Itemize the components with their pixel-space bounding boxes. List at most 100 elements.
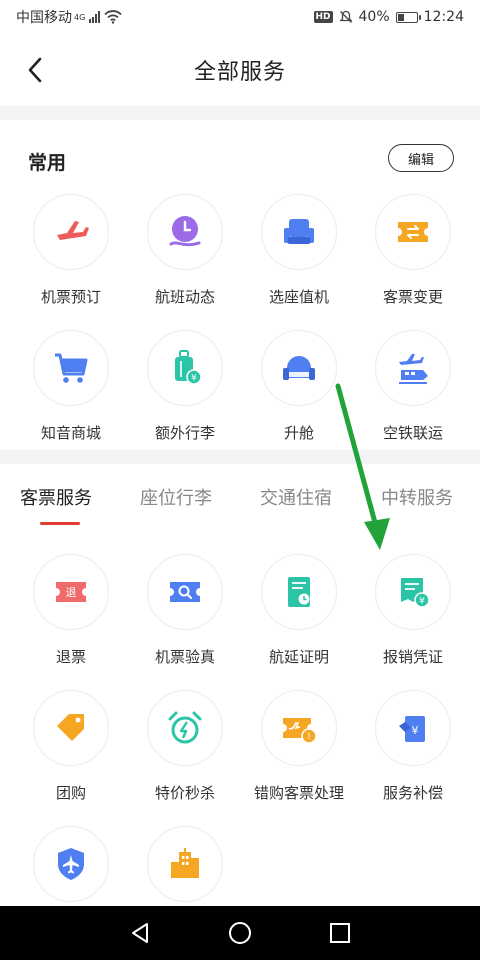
ticket-verify-icon: [170, 582, 200, 602]
service-label: 空铁联运: [382, 424, 443, 442]
service-reimbursement[interactable]: ¥ 报销凭证: [356, 554, 470, 690]
tab-seat-baggage[interactable]: 座位行李: [140, 484, 212, 510]
service-seat-checkin[interactable]: 选座值机: [242, 194, 356, 330]
delay-certificate-icon: [288, 577, 310, 607]
common-grid: 机票预订 航班动态 选座值机 客票变更 知音商城 ¥ 额外行李 升舱 空铁联运: [0, 194, 480, 466]
icon-circle: [33, 690, 109, 766]
service-ticket-change[interactable]: 客票变更: [356, 194, 470, 330]
plane-train-icon: [399, 354, 428, 384]
mute-bell-icon: [338, 10, 353, 23]
airplane-icon: [57, 221, 89, 240]
receipt-icon: ¥: [401, 578, 430, 608]
service-flight-status[interactable]: 航班动态: [128, 194, 242, 330]
service-flight-booking[interactable]: 机票预订: [14, 194, 128, 330]
battery-icon: [395, 11, 421, 23]
service-label: 退票: [55, 648, 86, 666]
active-tab-indicator: [40, 522, 80, 525]
service-label: 错购客票处理: [253, 784, 344, 802]
icon-circle: 退: [33, 554, 109, 630]
service-refund[interactable]: 退 退票: [14, 554, 128, 690]
service-insurance[interactable]: [14, 826, 128, 906]
tag-icon: [57, 714, 84, 741]
icon-circle: [261, 330, 337, 406]
service-air-rail[interactable]: 空铁联运: [356, 330, 470, 466]
service-wrong-ticket[interactable]: ! 错购客票处理: [242, 690, 356, 826]
service-label: 客票变更: [382, 288, 443, 306]
back-triangle-icon[interactable]: [128, 921, 152, 945]
chevron-left-icon: [28, 57, 42, 83]
icon-circle: [261, 194, 337, 270]
ticket-exchange-icon: [398, 222, 428, 242]
home-circle-icon[interactable]: [228, 921, 252, 945]
services-section: 客票服务 座位行李 交通住宿 中转服务 退 退票 机票验真 航延证明 ¥ 报销凭…: [0, 464, 480, 906]
service-delay-certificate[interactable]: 航延证明: [242, 554, 356, 690]
service-city-hotel[interactable]: [128, 826, 242, 906]
service-flash-sale[interactable]: 特价秒杀: [128, 690, 242, 826]
service-label: 航班动态: [154, 288, 215, 306]
icon-circle: [33, 330, 109, 406]
service-label: 机票预订: [40, 288, 101, 306]
service-label: 额外行李: [154, 424, 215, 442]
services-grid: 退 退票 机票验真 航延证明 ¥ 报销凭证 团购 特价秒杀 ! 错购客票处理 ¥…: [0, 554, 480, 906]
page-header: 全部服务: [0, 34, 480, 106]
battery-percent: 40%: [358, 9, 390, 25]
icon-circle: [375, 194, 451, 270]
seat-icon: [284, 219, 314, 244]
status-left: 中国移动 4G: [16, 7, 122, 27]
service-label: 知音商城: [40, 424, 101, 442]
icon-circle: [147, 826, 223, 902]
tab-transport-hotel[interactable]: 交通住宿: [260, 484, 332, 510]
icon-circle: [147, 194, 223, 270]
shield-plane-icon: [58, 848, 84, 880]
service-upgrade[interactable]: 升舱: [242, 330, 356, 466]
svg-text:¥: ¥: [412, 724, 419, 737]
recent-apps-icon[interactable]: [328, 921, 352, 945]
tab-transfer-services[interactable]: 中转服务: [381, 484, 453, 510]
section-title: 常用: [28, 152, 67, 174]
service-label: 服务补偿: [382, 784, 443, 802]
ticket-error-icon: !: [283, 718, 317, 744]
icon-circle: [33, 194, 109, 270]
common-section: 常用 编辑 机票预订 航班动态 选座值机 客票变更 知音商城 ¥ 额外行李 升舱…: [0, 120, 480, 450]
service-extra-baggage[interactable]: ¥ 额外行李: [128, 330, 242, 466]
service-label: 特价秒杀: [154, 784, 215, 802]
edit-button[interactable]: 编辑: [388, 144, 454, 172]
service-label: 机票验真: [154, 648, 215, 666]
shopping-cart-icon: [55, 353, 88, 383]
icon-circle: [375, 330, 451, 406]
alarm-clock-icon: [168, 711, 202, 744]
signal-icon: [89, 11, 101, 23]
svg-text:!: !: [307, 732, 311, 743]
luggage-icon: ¥: [175, 350, 202, 385]
icon-circle: [147, 690, 223, 766]
service-group-buy[interactable]: 团购: [14, 690, 128, 826]
service-shop[interactable]: 知音商城: [14, 330, 128, 466]
service-tabs: 客票服务 座位行李 交通住宿 中转服务: [0, 464, 480, 534]
wifi-icon: [104, 10, 122, 24]
armchair-icon: [283, 356, 315, 380]
icon-circle: ¥: [375, 554, 451, 630]
icon-circle: [147, 554, 223, 630]
back-button[interactable]: [22, 54, 50, 86]
tab-ticket-services[interactable]: 客票服务: [20, 484, 92, 510]
carrier-name: 中国移动: [16, 10, 72, 26]
icon-circle: [33, 826, 109, 902]
status-right: HD 40% 12:24: [313, 9, 464, 25]
clock-time: 12:24: [423, 9, 464, 25]
service-compensation[interactable]: ¥ 服务补偿: [356, 690, 470, 826]
clock-hand-icon: [169, 216, 201, 247]
icon-circle: ¥: [375, 690, 451, 766]
svg-text:¥: ¥: [191, 374, 197, 384]
icon-circle: ¥: [147, 330, 223, 406]
service-label: 航延证明: [268, 648, 329, 666]
compensation-icon: ¥: [399, 716, 425, 742]
city-building-icon: [171, 848, 199, 878]
system-nav-bar: [0, 906, 480, 960]
hd-badge: HD: [313, 11, 333, 23]
svg-text:退: 退: [66, 586, 77, 599]
service-label: 团购: [55, 784, 86, 802]
refund-ticket-icon: 退: [56, 582, 86, 602]
service-label: 升舱: [283, 424, 314, 442]
status-bar: 中国移动 4G HD 40% 12:24: [0, 0, 480, 34]
service-ticket-verify[interactable]: 机票验真: [128, 554, 242, 690]
